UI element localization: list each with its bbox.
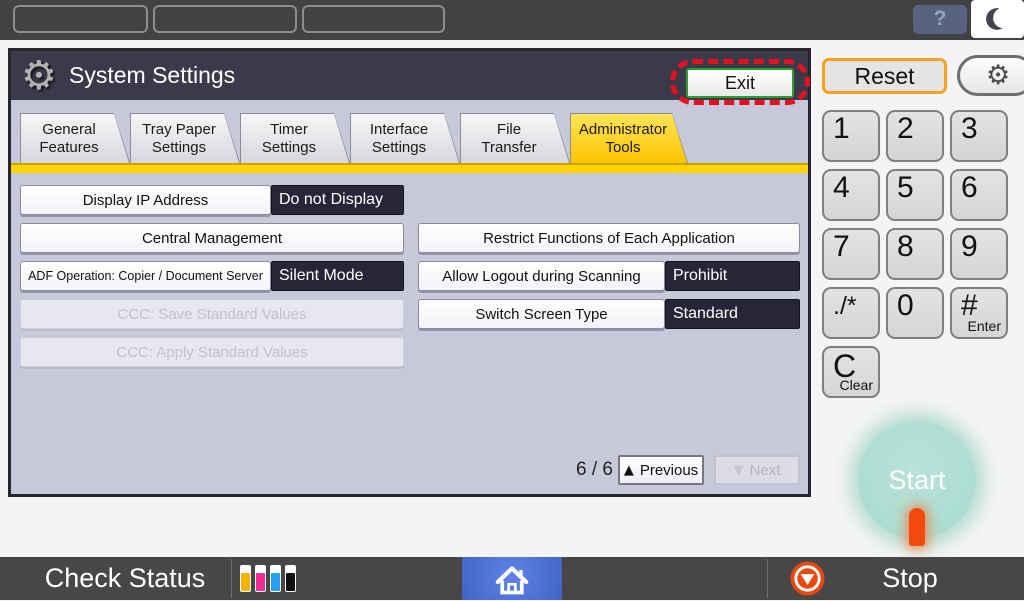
- key-label: 0: [897, 289, 914, 323]
- key-label: 3: [961, 112, 978, 146]
- keypad-dot-star[interactable]: ./*: [822, 287, 880, 339]
- divider: [231, 559, 232, 598]
- keypad-4[interactable]: 4: [822, 169, 880, 221]
- active-tab-underline: [11, 163, 808, 173]
- triangle-down-icon: ▼: [734, 463, 744, 478]
- clear-key[interactable]: C Clear: [822, 346, 880, 398]
- key-label: 5: [897, 171, 914, 205]
- next-page-button: ▼ Next: [714, 455, 800, 485]
- enter-sublabel: Enter: [968, 318, 1001, 334]
- central-management-button[interactable]: Central Management: [20, 223, 404, 253]
- tab-label: Administrator Tools: [571, 114, 687, 163]
- display-ip-address-value: Do not Display: [271, 185, 404, 215]
- home-button[interactable]: [462, 557, 562, 600]
- toner-yellow-icon: [240, 565, 251, 592]
- restrict-functions-button[interactable]: Restrict Functions of Each Application: [418, 223, 800, 253]
- key-label: 8: [897, 230, 914, 264]
- keypad-enter[interactable]: # Enter: [950, 287, 1008, 339]
- check-status-button[interactable]: Check Status: [30, 557, 220, 600]
- ccc-apply-standard-values-button: CCC: Apply Standard Values: [20, 337, 404, 367]
- tab-timer-settings[interactable]: Timer Settings: [240, 113, 350, 163]
- function-key-slot-1[interactable]: [13, 5, 148, 33]
- tab-label: Tray Paper Settings: [131, 114, 239, 163]
- tab-administrator-tools[interactable]: Administrator Tools: [570, 113, 688, 163]
- keypad-6[interactable]: 6: [950, 169, 1008, 221]
- home-icon: [494, 561, 530, 597]
- reset-button[interactable]: Reset: [822, 58, 947, 94]
- stop-circle-icon: [790, 561, 825, 596]
- settings-gear-icon: ⚙: [21, 52, 57, 100]
- key-label: 9: [961, 230, 978, 264]
- display-ip-address-button[interactable]: Display IP Address: [20, 185, 271, 215]
- key-label: 1: [833, 112, 850, 146]
- adf-operation-value: Silent Mode: [271, 261, 404, 291]
- function-key-slot-2[interactable]: [153, 5, 297, 33]
- user-tools-button[interactable]: ⚙: [957, 55, 1024, 96]
- top-hardware-bar: ?: [0, 0, 1024, 40]
- keypad-0[interactable]: 0: [886, 287, 944, 339]
- key-label: 6: [961, 171, 978, 205]
- keypad-2[interactable]: 2: [886, 110, 944, 162]
- tab-tray-paper-settings[interactable]: Tray Paper Settings: [130, 113, 240, 163]
- moon-icon: [985, 6, 1011, 32]
- key-label: ./*: [833, 292, 857, 321]
- next-label: Next: [750, 462, 781, 479]
- allow-logout-value: Prohibit: [665, 261, 800, 291]
- toner-cyan-icon: [270, 565, 281, 592]
- screen-title-bar: ⚙ System Settings Exit: [11, 51, 808, 100]
- keypad-7[interactable]: 7: [822, 228, 880, 280]
- tab-label: Timer Settings: [241, 114, 349, 163]
- allow-logout-button[interactable]: Allow Logout during Scanning: [418, 261, 665, 291]
- previous-page-button[interactable]: ▲ Previous: [618, 455, 704, 485]
- switch-screen-type-button[interactable]: Switch Screen Type: [418, 299, 665, 329]
- key-label: 4: [833, 171, 850, 205]
- switch-screen-type-value: Standard: [665, 299, 800, 329]
- stop-button[interactable]: [790, 561, 825, 596]
- gear-icon: ⚙: [986, 57, 1010, 95]
- key-label: 2: [897, 112, 914, 146]
- toner-black-icon: [285, 565, 296, 592]
- toner-magenta-icon: [255, 565, 266, 592]
- triangle-up-icon: ▲: [624, 463, 634, 478]
- tab-general-features[interactable]: General Features: [20, 113, 130, 163]
- key-label: 7: [833, 230, 850, 264]
- energy-saver-button[interactable]: [971, 0, 1024, 38]
- bottom-hardware-bar: Check Status Stop: [0, 557, 1024, 600]
- keypad-8[interactable]: 8: [886, 228, 944, 280]
- start-led-indicator: [909, 508, 925, 546]
- exit-button[interactable]: Exit: [686, 68, 794, 98]
- adf-operation-button[interactable]: ADF Operation: Copier / Document Server: [20, 261, 271, 291]
- tab-label: Interface Settings: [351, 114, 459, 163]
- ccc-save-standard-values-button: CCC: Save Standard Values: [20, 299, 404, 329]
- stop-label[interactable]: Stop: [855, 557, 965, 600]
- keypad-1[interactable]: 1: [822, 110, 880, 162]
- tab-file-transfer[interactable]: File Transfer: [460, 113, 570, 163]
- toner-level-indicator[interactable]: [240, 565, 296, 592]
- divider: [767, 559, 768, 598]
- tab-label: File Transfer: [461, 114, 569, 163]
- previous-label: Previous: [640, 462, 698, 479]
- tab-label: General Features: [21, 114, 129, 163]
- device-front-panel: ? ⚙ System Settings Exit General Feature…: [0, 0, 1024, 600]
- lcd-screen: ⚙ System Settings Exit General Features …: [8, 48, 811, 497]
- clear-sublabel: Clear: [840, 377, 873, 393]
- tab-interface-settings[interactable]: Interface Settings: [350, 113, 460, 163]
- keypad-9[interactable]: 9: [950, 228, 1008, 280]
- keypad-3[interactable]: 3: [950, 110, 1008, 162]
- page-indicator: 6 / 6: [555, 455, 613, 485]
- function-key-slot-3[interactable]: [302, 5, 445, 33]
- page-title: System Settings: [69, 51, 235, 100]
- help-button[interactable]: ?: [913, 5, 967, 34]
- start-label: Start: [888, 465, 945, 496]
- keypad-5[interactable]: 5: [886, 169, 944, 221]
